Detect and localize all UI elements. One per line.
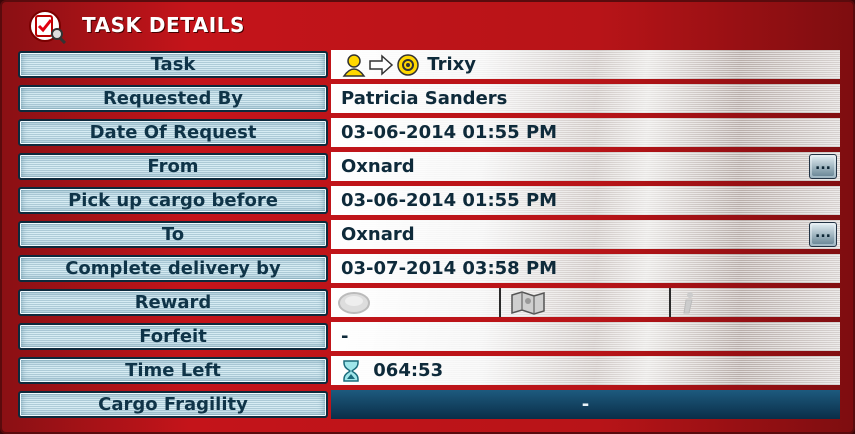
date-of-request-label: Date Of Request — [18, 119, 328, 146]
from-more-label: ... — [812, 157, 834, 176]
map-icon — [511, 291, 545, 315]
info-icon — [683, 292, 693, 314]
coin-icon — [338, 292, 370, 314]
time-left-value: 064:53 — [373, 360, 444, 381]
from-value-cell: Oxnard ... — [331, 152, 840, 181]
to-value: Oxnard — [341, 224, 415, 245]
row-cargo-fragility: Cargo Fragility - — [14, 389, 840, 420]
date-of-request-value: 03-06-2014 01:55 PM — [331, 118, 840, 147]
task-clipboard-icon — [29, 10, 66, 44]
cargo-fragility-label: Cargo Fragility — [18, 391, 328, 418]
requested-by-value: Patricia Sanders — [331, 84, 840, 113]
row-requested-by: Requested By Patricia Sanders — [14, 83, 840, 114]
pickup-label: Pick up cargo before — [18, 187, 328, 214]
to-label: To — [18, 221, 328, 248]
complete-delivery-label: Complete delivery by — [18, 255, 328, 282]
row-forfeit: Forfeit - — [14, 321, 840, 352]
task-name: Trixy — [427, 54, 476, 75]
reward-coin-cell — [331, 288, 501, 317]
reward-label: Reward — [18, 289, 328, 316]
requested-by-label: Requested By — [18, 85, 328, 112]
title-bar: TASK DETAILS — [2, 2, 853, 46]
from-more-button[interactable]: ... — [809, 154, 837, 179]
row-reward: Reward — [14, 287, 840, 318]
from-label: From — [18, 153, 328, 180]
time-left-value-cell: 064:53 — [331, 356, 840, 385]
cargo-fragility-value: - — [331, 390, 840, 419]
to-value-cell: Oxnard ... — [331, 220, 840, 249]
row-complete-delivery: Complete delivery by 03-07-2014 03:58 PM — [14, 253, 840, 284]
task-value-cell: Trixy — [331, 50, 840, 79]
reward-value-cell — [331, 288, 840, 317]
task-details-window: TASK DETAILS Task Trixy Requested By Pat… — [0, 0, 855, 434]
to-more-label: ... — [812, 225, 834, 244]
row-time-left: Time Left 064:53 — [14, 355, 840, 386]
to-more-button[interactable]: ... — [809, 222, 837, 247]
target-icon — [397, 54, 419, 76]
row-to: To Oxnard ... — [14, 219, 840, 250]
forfeit-value: - — [331, 322, 840, 351]
person-icon — [342, 54, 366, 77]
task-label: Task — [18, 51, 328, 78]
reward-info-cell — [671, 288, 840, 317]
time-left-label: Time Left — [18, 357, 328, 384]
complete-delivery-value: 03-07-2014 03:58 PM — [331, 254, 840, 283]
row-date-of-request: Date Of Request 03-06-2014 01:55 PM — [14, 117, 840, 148]
row-task: Task Trixy — [14, 49, 840, 80]
hourglass-icon — [343, 360, 359, 382]
window-title: TASK DETAILS — [82, 13, 245, 37]
forfeit-label: Forfeit — [18, 323, 328, 350]
reward-map-cell — [501, 288, 671, 317]
row-pickup: Pick up cargo before 03-06-2014 01:55 PM — [14, 185, 840, 216]
arrow-right-icon — [369, 54, 394, 76]
pickup-value: 03-06-2014 01:55 PM — [331, 186, 840, 215]
row-from: From Oxnard ... — [14, 151, 840, 182]
from-value: Oxnard — [341, 156, 415, 177]
